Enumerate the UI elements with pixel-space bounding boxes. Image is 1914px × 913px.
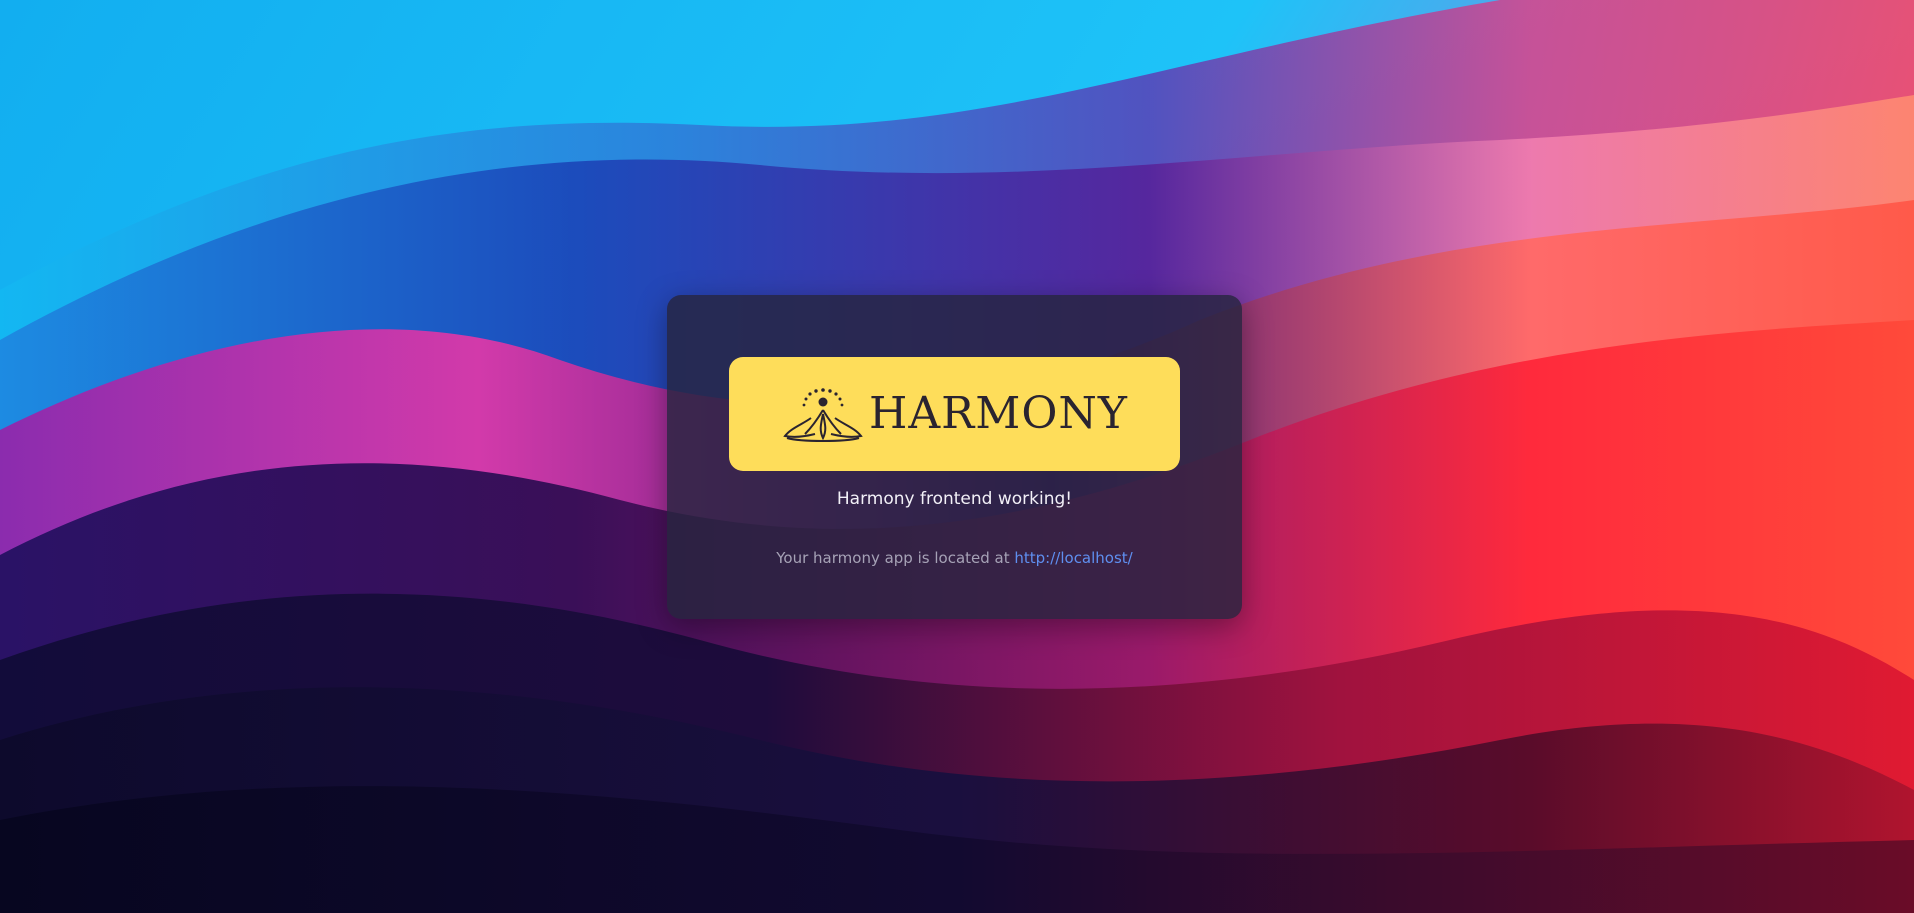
localhost-link[interactable]: http://localhost/: [1014, 549, 1132, 567]
status-card: HARMONY Harmony frontend working! Your h…: [667, 295, 1242, 619]
headline: Harmony frontend working!: [836, 489, 1073, 509]
harmony-logo: HARMONY: [729, 357, 1180, 471]
location-text: Your harmony app is located at http://lo…: [667, 549, 1242, 567]
location-prefix: Your harmony app is located at: [776, 549, 1010, 567]
desktop: HARMONY Harmony frontend working! Your h…: [0, 0, 1914, 913]
logo-wordmark: HARMONY: [869, 388, 1128, 439]
logo-inner: HARMONY: [781, 384, 1128, 444]
lotus-dots-icon: [783, 388, 863, 442]
